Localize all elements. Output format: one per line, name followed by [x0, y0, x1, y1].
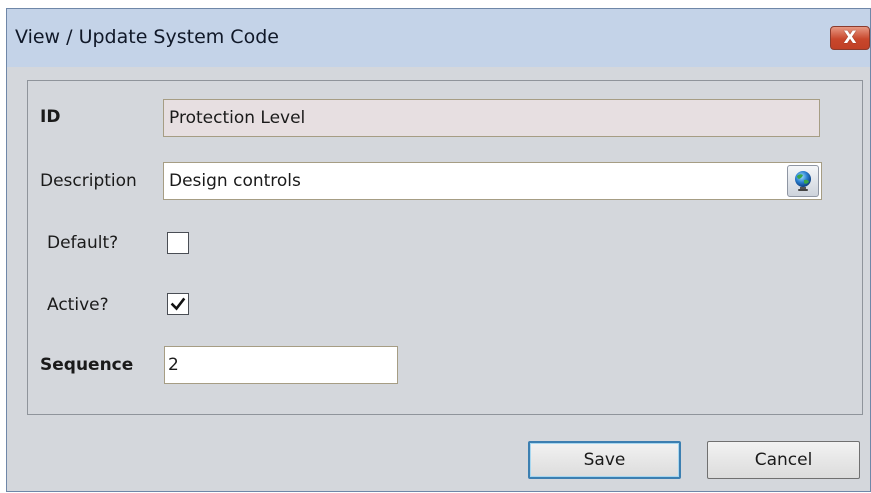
default-label: Default?: [47, 233, 119, 253]
window-title: View / Update System Code: [15, 26, 279, 48]
sequence-label: Sequence: [40, 355, 134, 375]
checkmark-icon: [170, 297, 186, 311]
form-group-box: ID Protection Level Description Design c…: [27, 80, 863, 415]
description-value: Design controls: [169, 171, 301, 191]
description-label: Description: [40, 171, 137, 191]
cancel-button[interactable]: Cancel: [707, 441, 860, 479]
translate-button[interactable]: [787, 165, 819, 197]
id-field[interactable]: Protection Level: [163, 99, 820, 137]
close-icon: X: [843, 28, 857, 48]
id-label: ID: [40, 107, 61, 127]
default-checkbox[interactable]: [167, 232, 189, 254]
save-button[interactable]: Save: [528, 441, 681, 479]
sequence-field[interactable]: 2: [164, 346, 398, 384]
title-bar[interactable]: View / Update System Code X: [7, 9, 870, 67]
active-label: Active?: [47, 295, 109, 315]
globe-icon: [795, 171, 811, 191]
dialog-window: View / Update System Code X ID Protectio…: [6, 8, 871, 492]
active-checkbox[interactable]: [167, 293, 189, 315]
dialog-content: ID Protection Level Description Design c…: [7, 67, 870, 491]
close-button[interactable]: X: [830, 26, 870, 50]
description-field[interactable]: Design controls: [163, 162, 822, 200]
